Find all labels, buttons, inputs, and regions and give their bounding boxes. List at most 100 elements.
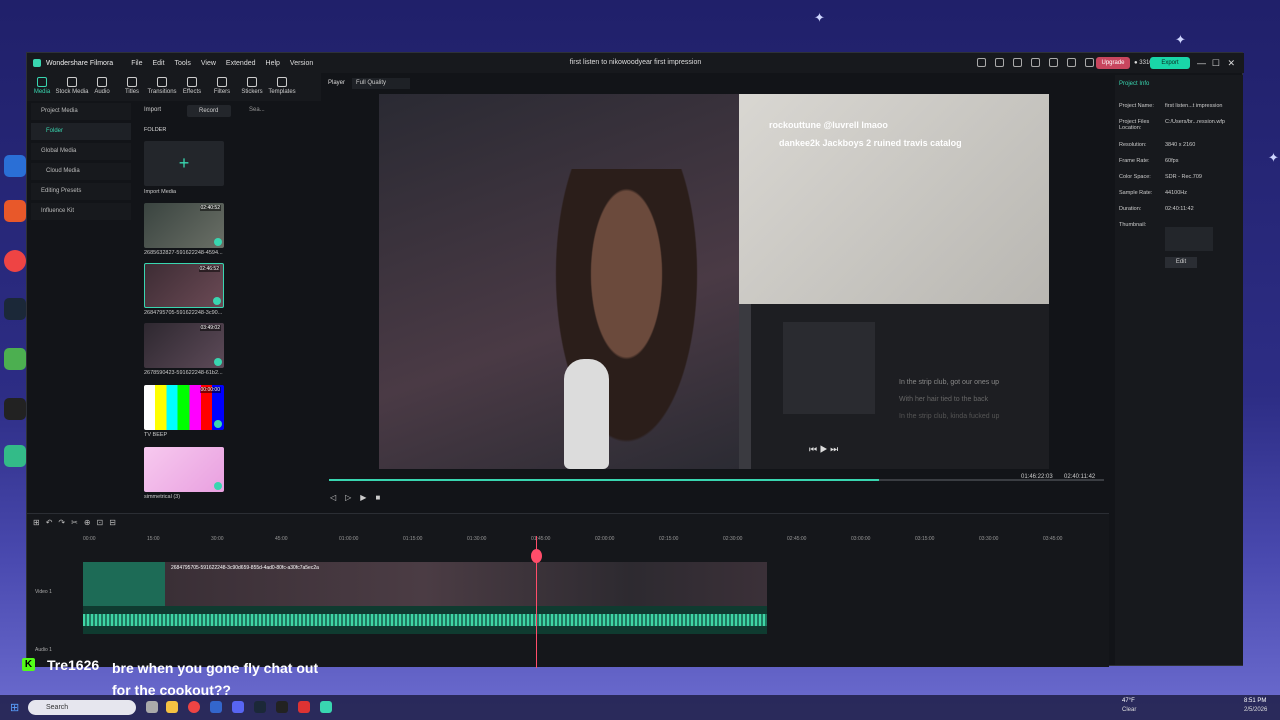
tab-filters[interactable]: Filters	[207, 73, 237, 101]
check-icon	[213, 297, 221, 305]
task-view-icon[interactable]	[146, 701, 158, 713]
tab-effects[interactable]: Effects	[177, 73, 207, 101]
sidebar-item-editing-presets[interactable]: Editing Presets	[31, 183, 131, 200]
import-media-tile[interactable]: +	[144, 141, 224, 186]
media-thumb[interactable]: 02:40:52	[144, 203, 224, 248]
app-icon[interactable]	[298, 701, 310, 713]
tab-templates[interactable]: Templates	[267, 73, 297, 101]
media-library: Import Record Sea... FOLDER + Import Med…	[137, 103, 317, 513]
tab-label: Audio	[94, 89, 110, 95]
windows-start-icon[interactable]: ⊞	[10, 701, 19, 714]
bell-icon[interactable]	[1085, 58, 1094, 67]
timeline-ruler[interactable]: 00:00 15:00 30:00 45:00 01:00:00 01:15:00 01:3…	[83, 514, 1103, 544]
steam-icon[interactable]	[4, 298, 26, 320]
sims-icon[interactable]	[4, 348, 26, 370]
video-clip[interactable]: 2684795705-591622248-3c90d659-855d-4ad0-…	[83, 562, 767, 606]
info-value: C:/Users/br...ression.wfp	[1165, 119, 1225, 125]
menu-extended[interactable]: Extended	[226, 60, 256, 67]
media-thumb[interactable]: 00:00:00	[144, 385, 224, 430]
sidebar-item-global-media[interactable]: Global Media	[31, 143, 131, 160]
playback-controls[interactable]: ◁▷▶■	[330, 493, 389, 502]
tab-audio[interactable]: Audio	[87, 73, 117, 101]
sidebar-item-project-media[interactable]: Project Media	[31, 103, 131, 120]
info-row: Project Files Location: C:/Users/br...res…	[1119, 119, 1239, 131]
media-thumb[interactable]: 03:49:02	[144, 323, 224, 368]
store-icon[interactable]	[210, 701, 222, 713]
chat-msg: Jackboys 2 ruined travis catalog	[822, 138, 962, 148]
file-explorer-icon[interactable]	[166, 701, 178, 713]
monitor-icon[interactable]	[1031, 58, 1040, 67]
chrome-icon[interactable]	[188, 701, 200, 713]
video-preview[interactable]: ⏮ ▶ ⏭ In the strip club, got our ones up…	[379, 94, 1049, 469]
ruler-tick: 30:00	[211, 536, 224, 542]
close-icon[interactable]: ✕	[1227, 58, 1235, 69]
import-button[interactable]: Import	[144, 107, 161, 113]
filmora-window: Wondershare Filmora File Edit Tools View…	[26, 52, 1244, 668]
desktop-app-icon[interactable]	[4, 398, 26, 420]
filmora-taskbar-icon[interactable]	[320, 701, 332, 713]
menu-edit[interactable]: Edit	[152, 60, 164, 67]
sidebar-item-cloud-media[interactable]: Cloud Media	[31, 163, 131, 180]
weather-temp: 47°F	[1122, 698, 1135, 704]
tab-label: Effects	[182, 89, 202, 95]
store-icon[interactable]	[977, 58, 986, 67]
menu-help[interactable]: Help	[266, 60, 280, 67]
app-icon[interactable]	[276, 701, 288, 713]
tab-transitions[interactable]: Transitions	[147, 73, 177, 101]
headphones-icon[interactable]	[1067, 58, 1076, 67]
steam-icon[interactable]	[254, 701, 266, 713]
playhead-handle[interactable]	[531, 549, 542, 563]
upgrade-button[interactable]: Upgrade	[1096, 57, 1130, 69]
lyric-line: With her hair tied to the back	[899, 396, 989, 403]
tab-label: Stickers	[241, 89, 263, 95]
clip-name: 2684795705-591622248-3c90d659-855d-4ad0-…	[171, 565, 319, 571]
info-key: Color Space:	[1119, 174, 1151, 180]
media-icon[interactable]	[4, 445, 26, 467]
chat-user: dankee2k	[779, 138, 821, 148]
filmora-logo-icon	[33, 59, 41, 67]
maximize-icon[interactable]: ☐	[1212, 58, 1220, 69]
menu-tools[interactable]: Tools	[175, 60, 191, 67]
tab-label: Transitions	[147, 89, 177, 95]
sidebar-item-folder[interactable]: Folder	[31, 123, 131, 140]
star-decoration: ✦	[1175, 32, 1186, 47]
info-key: Duration:	[1119, 206, 1142, 212]
search-input[interactable]: Search	[28, 700, 136, 715]
cloud-icon[interactable]	[1049, 58, 1058, 67]
media-thumb[interactable]: 02:46:52	[144, 263, 224, 308]
audio-waveform[interactable]	[83, 606, 767, 634]
chat-username: Tre1626	[47, 657, 100, 673]
info-key: Sample Rate:	[1119, 190, 1153, 196]
discord-icon[interactable]	[232, 701, 244, 713]
tab-stickers[interactable]: Stickers	[237, 73, 267, 101]
layout-icon[interactable]	[1013, 58, 1022, 67]
ruler-tick: 02:45:00	[787, 536, 807, 542]
info-key: Resolution:	[1119, 142, 1147, 148]
search-input[interactable]: Sea...	[249, 107, 265, 113]
progress-track[interactable]	[329, 479, 1104, 481]
export-button[interactable]: Export	[1150, 57, 1190, 69]
tab-media[interactable]: Media	[27, 73, 57, 101]
minimize-icon[interactable]: —	[1197, 58, 1206, 68]
menu-file[interactable]: File	[131, 60, 142, 67]
quality-select[interactable]: Full Quality	[352, 78, 410, 89]
tab-stock-media[interactable]: Stock Media	[56, 73, 89, 101]
info-value: 02:40:11:42	[1165, 206, 1194, 212]
check-icon	[214, 420, 222, 428]
ruler-tick: 03:45:00	[1043, 536, 1063, 542]
ruler-tick: 01:45:00	[531, 536, 551, 542]
recycle-bin-icon[interactable]	[4, 155, 26, 177]
tab-label: Titles	[124, 89, 140, 95]
sidebar-item-influence-kit[interactable]: Influence Kit	[31, 203, 131, 220]
chrome-icon[interactable]	[4, 250, 26, 272]
record-button[interactable]: Record	[187, 105, 231, 117]
menu-view[interactable]: View	[201, 60, 216, 67]
edit-thumbnail-button[interactable]: Edit	[1165, 257, 1197, 268]
tab-titles[interactable]: Titles	[117, 73, 147, 101]
tab-project-info[interactable]: Project Info	[1119, 81, 1149, 87]
album-art	[783, 322, 875, 414]
desktop-app-icon[interactable]	[4, 200, 26, 222]
media-thumb[interactable]	[144, 447, 224, 492]
menu-version[interactable]: Version	[290, 60, 313, 67]
send-icon[interactable]	[995, 58, 1004, 67]
